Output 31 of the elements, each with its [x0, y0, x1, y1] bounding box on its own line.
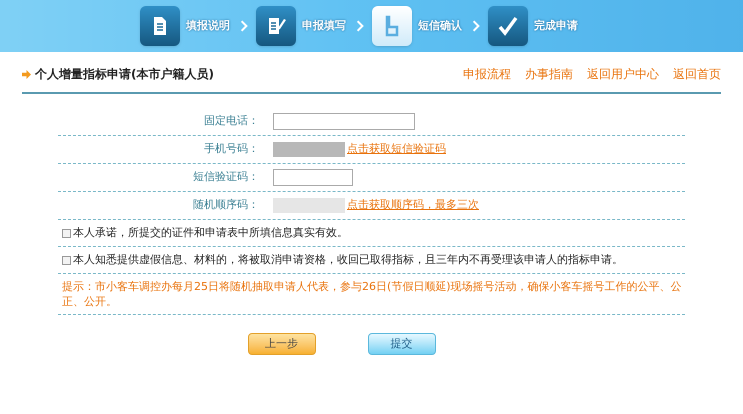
nav-link[interactable]: 办事指南: [525, 65, 573, 83]
field-label: 随机顺序码：: [192, 197, 260, 214]
field-label: 固定电话：: [203, 113, 260, 130]
input-field[interactable]: [273, 169, 353, 186]
field-label: 短信验证码：: [192, 169, 260, 186]
field-label: 手机号码：: [203, 141, 260, 158]
back-button[interactable]: 上一步: [248, 333, 316, 355]
checkbox[interactable]: [62, 256, 71, 264]
chevron-icon: [472, 20, 480, 32]
chevron-icon: [240, 20, 248, 32]
pledge-text: 本人知悉提供虚假信息、材料的，将被取消申请资格，收回已取得指标，且三年内不再受理该申请人的指标申请。: [73, 252, 623, 268]
nav-link[interactable]: 返回首页: [673, 65, 721, 83]
submit-button[interactable]: 提交: [368, 333, 436, 355]
step-label: 填报说明: [186, 18, 230, 34]
link[interactable]: 点击获取顺序码，最多三次: [347, 197, 479, 214]
notice-text: 提示：市小客车调控办每月25日将随机抽取申请人代表，参与26日(节假日顺延)现场摇号活动，确保小客车摇号工作的公平、公正、公开。: [62, 279, 683, 309]
redacted-value: [273, 142, 345, 157]
page-title: 个人增量指标申请(本市户籍人员): [35, 66, 214, 83]
step-label: 完成申请: [534, 18, 578, 34]
input-field[interactable]: [273, 113, 415, 130]
nav-link[interactable]: 返回用户中心: [587, 65, 659, 83]
redacted-value: [273, 198, 345, 213]
nav-link[interactable]: 申报流程: [463, 65, 511, 83]
check-icon: [496, 14, 520, 38]
step-label: 短信确认: [418, 18, 462, 34]
step-label: 申报填写: [302, 18, 346, 34]
pledge-text: 本人承诺，所提交的证件和申请表中所填信息真实有效。: [73, 224, 348, 241]
arrow-icon: [22, 70, 31, 78]
chevron-icon: [356, 20, 364, 32]
link[interactable]: 点击获取短信验证码: [347, 141, 446, 158]
checkbox[interactable]: [62, 228, 71, 238]
